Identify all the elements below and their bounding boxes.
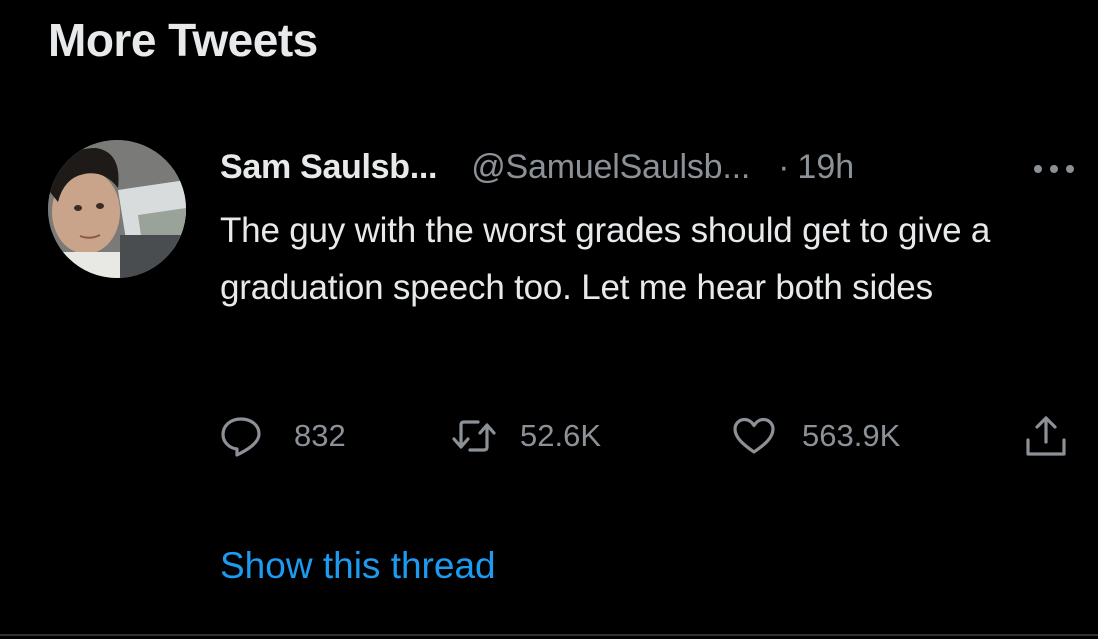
reply-button[interactable]: 832 [220, 410, 346, 462]
heart-icon [733, 417, 775, 454]
reply-count: 832 [294, 418, 346, 453]
tweet-action-bar: 832 52.6K 563.9K [220, 410, 1080, 462]
like-button[interactable]: 563.9K [732, 410, 900, 462]
timestamp[interactable]: 19h [797, 143, 854, 191]
section-title: More Tweets [48, 14, 318, 66]
tweet-text: The guy with the worst grades should get… [220, 211, 991, 307]
retweet-button[interactable]: 52.6K [452, 410, 601, 462]
more-horizontal-icon[interactable] [1030, 155, 1078, 183]
reply-icon [221, 417, 261, 457]
retweet-count: 52.6K [520, 418, 602, 453]
user-handle[interactable]: @SamuelSaulsb... [471, 143, 750, 191]
share-button[interactable] [1024, 410, 1068, 462]
avatar[interactable] [48, 140, 186, 278]
avatar-photo [48, 140, 186, 278]
show-thread-link[interactable]: Show this thread [220, 540, 496, 592]
like-count: 563.9K [802, 418, 901, 453]
display-name[interactable]: Sam Saulsb... [220, 143, 437, 191]
separator-dot: · [778, 148, 790, 186]
share-icon [1026, 416, 1066, 456]
tweet-header: Sam Saulsb... @SamuelSaulsb... · 19h [220, 143, 854, 191]
retweet-icon [452, 420, 496, 452]
divider [0, 634, 1098, 636]
